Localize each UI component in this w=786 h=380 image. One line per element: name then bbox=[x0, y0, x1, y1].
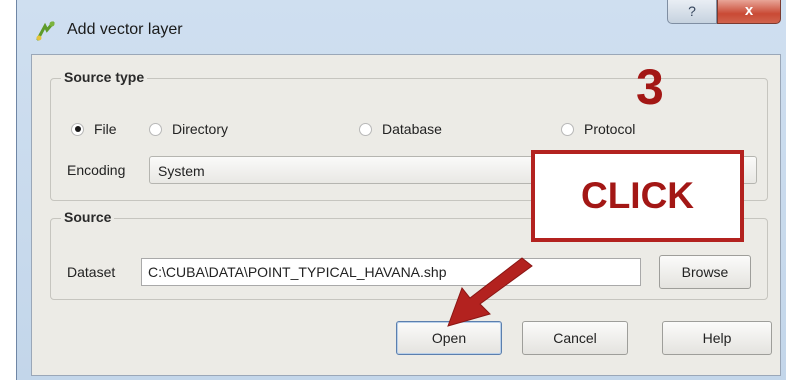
encoding-label: Encoding bbox=[67, 162, 126, 178]
titlebar-close-button[interactable]: x bbox=[717, 0, 781, 24]
radio-directory-indicator[interactable] bbox=[149, 122, 162, 136]
qgis-vector-icon bbox=[36, 21, 55, 41]
radio-database[interactable]: Database bbox=[359, 121, 442, 137]
source-type-heading: Source type bbox=[61, 69, 148, 85]
dataset-label: Dataset bbox=[67, 264, 116, 280]
radio-directory[interactable]: Directory bbox=[149, 121, 228, 137]
click-callout: CLICK bbox=[531, 150, 744, 242]
radio-protocol-indicator[interactable] bbox=[561, 122, 574, 136]
help-button[interactable]: Help bbox=[662, 321, 772, 355]
radio-file-indicator[interactable] bbox=[71, 122, 84, 136]
radio-protocol-label: Protocol bbox=[584, 121, 636, 137]
step-number: 3 bbox=[636, 59, 664, 115]
radio-directory-label: Directory bbox=[172, 121, 229, 137]
browse-button[interactable]: Browse bbox=[659, 255, 751, 289]
pointer-arrow-icon bbox=[447, 257, 533, 327]
radio-file-label: File bbox=[94, 121, 117, 137]
window-title: Add vector layer bbox=[67, 21, 183, 38]
source-heading: Source bbox=[61, 209, 115, 225]
radio-protocol[interactable]: Protocol bbox=[561, 121, 635, 137]
title-bar: Add vector layer ? x bbox=[17, 0, 786, 56]
radio-file[interactable]: File bbox=[71, 121, 117, 137]
titlebar-help-button[interactable]: ? bbox=[667, 0, 717, 24]
dataset-input[interactable]: C:\CUBA\DATA\POINT_TYPICAL_HAVANA.shp bbox=[141, 258, 641, 286]
radio-database-label: Database bbox=[382, 121, 442, 137]
radio-database-indicator[interactable] bbox=[359, 122, 372, 136]
